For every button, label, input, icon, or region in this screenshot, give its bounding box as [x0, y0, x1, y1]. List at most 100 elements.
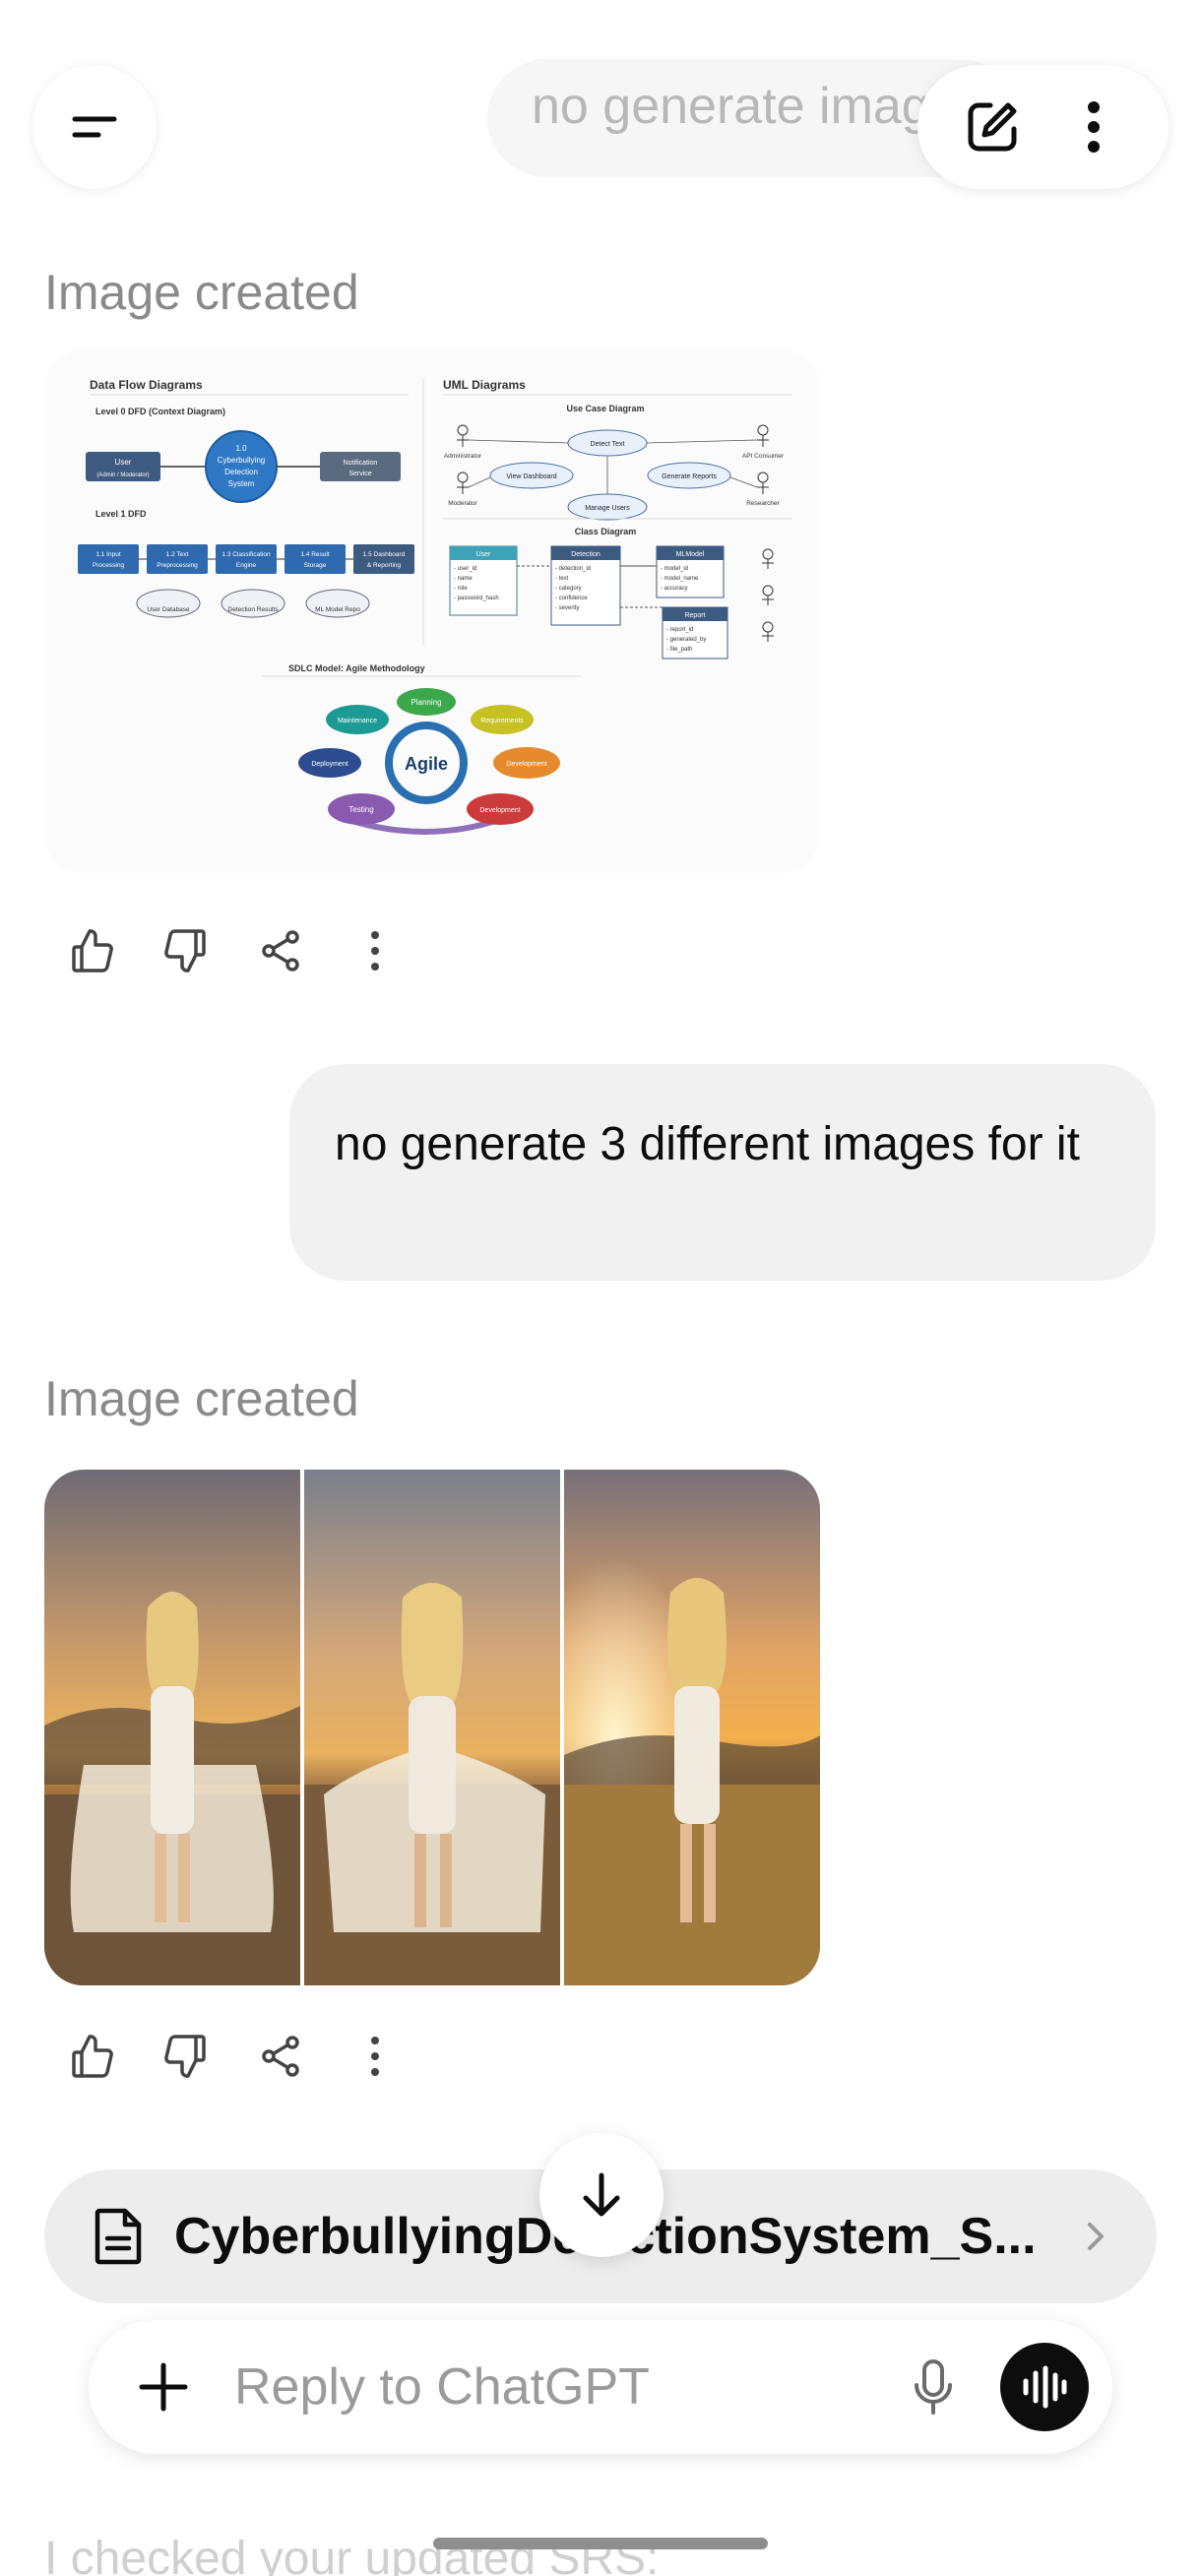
voice-mode-icon	[1023, 2365, 1067, 2409]
message-composer: Reply to ChatGPT	[89, 2320, 1112, 2454]
plus-icon	[139, 2362, 188, 2412]
agile-phase-1: Planning	[411, 698, 441, 707]
image-created-label: Image created	[44, 1371, 359, 1426]
conversation-title-text: no generate images	[532, 78, 984, 135]
dfd-process-2-line-1: 1.2 Text	[166, 551, 189, 558]
dfd-title: Data Flow Diagrams	[90, 378, 203, 392]
usecase-title: Use Case Diagram	[566, 404, 644, 413]
class-user: User - user_id - name - role - password_…	[449, 545, 518, 616]
share-icon	[262, 930, 299, 972]
more-vertical-icon	[371, 2037, 379, 2076]
actor-2: Moderator	[448, 500, 477, 507]
more-actions-button[interactable]	[328, 904, 422, 998]
arrow-down-icon	[583, 2172, 620, 2217]
sidebar-menu-button[interactable]	[32, 65, 157, 189]
chevron-right-icon	[1088, 2223, 1104, 2250]
share-button[interactable]	[233, 904, 328, 998]
thumbs-up-button[interactable]	[44, 904, 139, 998]
dfd-notification-line-2: Service	[348, 471, 371, 477]
svg-text:User: User	[476, 551, 491, 558]
svg-text:Report: Report	[684, 612, 705, 619]
svg-text:- text: - text	[555, 576, 569, 582]
more-vertical-icon	[1088, 101, 1101, 153]
thumbs-down-button[interactable]	[139, 2009, 233, 2104]
more-options-button[interactable]	[1062, 95, 1125, 158]
class-detection: Detection - detection_id - text - catego…	[550, 545, 621, 626]
class-mlmodel: MLModel - model_id - model_name - accura…	[656, 545, 725, 598]
dfd-process-5-line-2: & Reporting	[367, 562, 402, 569]
actor-4: Researcher	[746, 500, 780, 507]
share-button[interactable]	[233, 2009, 328, 2104]
thumbs-up-icon	[72, 929, 113, 973]
svg-text:MLModel: MLModel	[676, 551, 705, 558]
svg-text:- accuracy: - accuracy	[661, 586, 688, 592]
svg-text:- password_hash: - password_hash	[454, 596, 499, 601]
message-actions-2	[44, 2009, 422, 2104]
svg-text:- model_name: - model_name	[661, 576, 699, 582]
svg-text:- user_id: - user_id	[454, 566, 476, 572]
dictate-button[interactable]	[894, 2348, 973, 2426]
menu-icon	[72, 116, 117, 138]
home-indicator[interactable]	[433, 2538, 768, 2549]
more-actions-button[interactable]	[328, 2009, 422, 2104]
edit-icon	[968, 102, 1017, 152]
new-chat-button[interactable]	[961, 95, 1024, 158]
generated-photos-image[interactable]	[44, 1470, 820, 1985]
agile-phase-7: Maintenance	[338, 718, 377, 724]
user-message-text: no generate 3 different images for it	[335, 1118, 1080, 1170]
generated-photo-3[interactable]	[564, 1470, 820, 1985]
dfd-process-4-line-1: 1.4 Result	[300, 551, 329, 558]
thumbs-down-icon	[164, 929, 206, 973]
image-created-label: Image created	[44, 265, 359, 320]
dfd-datastore-3: ML Model Repo	[315, 606, 360, 613]
message-actions-1	[44, 904, 422, 998]
svg-text:- role: - role	[454, 586, 468, 592]
sdlc-title: SDLC Model: Agile Methodology	[288, 663, 425, 673]
thumbs-down-button[interactable]	[139, 904, 233, 998]
generated-photo-1[interactable]	[44, 1470, 300, 1985]
share-icon	[262, 2036, 299, 2077]
dfd-level1-title: Level 1 DFD	[95, 509, 147, 519]
dfd-process-1-line-2: Processing	[93, 562, 125, 569]
svg-text:- confidence: - confidence	[555, 596, 588, 601]
dfd-process-4-line-2: Storage	[304, 562, 327, 569]
dfd-user-box: User	[115, 458, 132, 467]
svg-text:- category: - category	[555, 586, 582, 592]
scroll-to-bottom-button[interactable]	[539, 2133, 664, 2257]
message-input[interactable]: Reply to ChatGPT	[234, 2357, 894, 2417]
dfd-level0-title: Level 0 DFD (Context Diagram)	[95, 407, 225, 416]
agile-phase-4: Development	[479, 807, 520, 814]
usecase-1: Detect Text	[591, 441, 625, 448]
user-message-bubble: no generate 3 different images for it	[289, 1064, 1156, 1281]
uml-title: UML Diagrams	[443, 378, 526, 392]
agile-phase-6: Deployment	[311, 761, 348, 768]
header-actions	[917, 65, 1169, 189]
svg-text:- report_id: - report_id	[666, 627, 693, 633]
dfd-process-3-line-2: Engine	[236, 562, 257, 569]
class-diagram-title: Class Diagram	[575, 527, 637, 536]
svg-text:- detection_id: - detection_id	[555, 566, 591, 572]
dfd-notification-line-1: Notification	[344, 460, 378, 467]
thumbs-up-button[interactable]	[44, 2009, 139, 2104]
dfd-datastore-2: Detection Results	[228, 606, 280, 613]
dfd-process-5-line-1: 1.5 Dashboard	[363, 551, 406, 558]
dfd-process-2-line-2: Preprocessing	[157, 562, 198, 569]
dfd-user-sub: (Admin / Moderator)	[96, 472, 149, 478]
usecase-3: Generate Reports	[662, 473, 717, 480]
more-vertical-icon	[371, 931, 379, 971]
dfd-system-line-4: System	[228, 479, 255, 488]
generated-photo-2[interactable]	[304, 1470, 560, 1985]
actor-3: API Consumer	[742, 453, 785, 460]
attach-button[interactable]	[134, 2357, 193, 2417]
dfd-process-1-line-1: 1.1 Input	[95, 551, 120, 558]
svg-text:- severity: - severity	[555, 605, 579, 611]
class-report: Report - report_id - generated_by - file…	[662, 606, 728, 660]
agile-phase-3: Development	[506, 761, 546, 768]
thumbs-up-icon	[72, 2035, 113, 2078]
svg-text:Detection: Detection	[571, 551, 600, 558]
generated-diagram-image[interactable]: Data Flow Diagrams Level 0 DFD (Context …	[44, 349, 820, 873]
voice-mode-button[interactable]	[1000, 2343, 1089, 2431]
usecase-4: Manage Users	[585, 505, 630, 512]
agile-phase-5: Testing	[348, 805, 373, 814]
svg-text:- name: - name	[454, 576, 473, 582]
